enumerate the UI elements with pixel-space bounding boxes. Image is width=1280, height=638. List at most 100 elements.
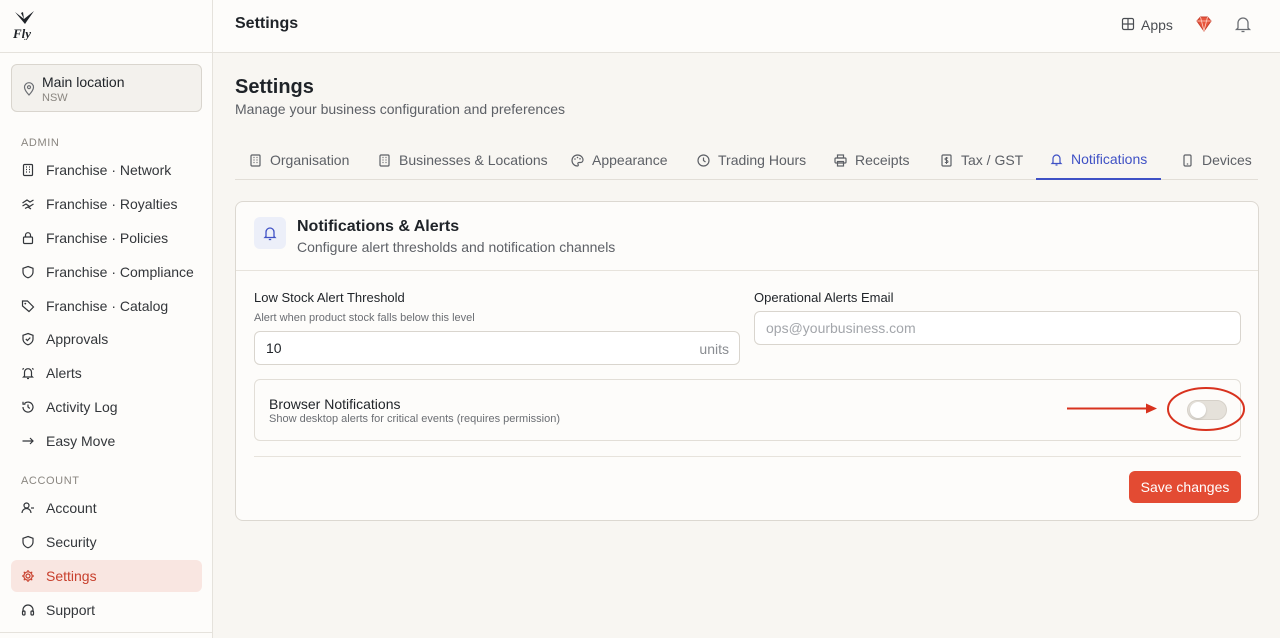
sidebar-item-label: Franchise · Royalties [46,196,178,212]
tab-label: Notifications [1071,151,1148,167]
header-title: Settings [235,15,299,32]
dollar-file-icon [940,153,953,167]
bell-icon [254,217,286,249]
clock-icon [697,153,710,167]
tab-trading-hours[interactable]: Trading Hours [697,140,806,180]
tab-label: Receipts [855,152,910,168]
browser-notifications-toggle[interactable] [1187,400,1227,420]
tab-appearance[interactable]: Appearance [571,140,668,180]
tab-label: Organisation [270,152,350,168]
tab-tax-gst[interactable]: Tax / GST [940,140,1023,180]
sidebar-item-label: Franchise · Policies [46,230,169,246]
account-section-label: ACCOUNT [21,475,80,487]
sidebar-divider [0,632,213,633]
building-icon [21,163,35,177]
sidebar-item-label: Support [46,602,96,618]
tab-receipts[interactable]: Receipts [834,140,909,180]
sidebar-item-label: Approvals [46,331,109,347]
units-suffix: units [699,341,729,357]
sidebar-item-label: Easy Move [46,433,116,449]
card-subtitle: Configure alert thresholds and notificat… [297,239,616,255]
fly-logo[interactable]: Fly [12,10,38,40]
low-stock-threshold-input[interactable] [266,332,686,364]
building-icon [249,153,262,167]
top-bar: Settings Apps [213,0,1280,53]
page-subtitle: Manage your business configuration and p… [235,101,565,117]
tab-devices[interactable]: Devices [1181,140,1252,180]
sidebar-item-label: Franchise · Catalog [46,298,169,314]
sidebar-item-franchise-catalog[interactable]: Franchise · Catalog [11,290,202,322]
sidebar-item-franchise-network[interactable]: Franchise · Network [11,154,202,186]
bell-alert-icon [21,366,35,380]
browser-notifications-label: Browser Notifications [269,396,401,412]
settings-tabs: Organisation Businesses & Locations Appe… [235,140,1258,180]
sidebar-item-activity-log[interactable]: Activity Log [11,391,202,423]
sidebar-item-franchise-policies[interactable]: Franchise · Policies [11,222,202,254]
apps-button[interactable]: Apps [1121,14,1173,36]
browser-notifications-row: Browser Notifications Show desktop alert… [254,379,1241,441]
sidebar: Fly Main location NSW ADMIN Franchise · … [0,0,213,638]
user-icon [21,501,35,515]
sidebar-item-label: Alerts [46,365,82,381]
sidebar-divider [0,52,213,53]
coins-icon [21,197,35,211]
gear-icon [21,569,35,583]
card-divider [236,270,1258,271]
tab-label: Businesses & Locations [399,152,548,168]
sidebar-item-franchise-royalties[interactable]: Franchise · Royalties [11,188,202,220]
sidebar-item-approvals[interactable]: Approvals [11,323,202,355]
sidebar-item-label: Settings [46,568,97,584]
shield-icon [21,265,35,279]
page-title: Settings [235,76,314,98]
low-stock-label: Low Stock Alert Threshold [254,290,405,305]
arrow-right-icon [21,434,35,448]
building-icon [378,153,391,167]
location-switcher[interactable]: Main location NSW [11,64,202,112]
sidebar-item-label: Franchise · Compliance [46,264,194,280]
save-changes-button[interactable]: Save changes [1129,471,1241,503]
lock-icon [21,231,35,245]
tab-businesses-locations[interactable]: Businesses & Locations [378,140,548,180]
bell-icon [1050,153,1063,166]
grid-icon [1121,17,1135,34]
apps-label: Apps [1141,17,1173,33]
sidebar-item-label: Activity Log [46,399,118,415]
history-icon [21,400,35,414]
sidebar-item-easy-move[interactable]: Easy Move [11,425,202,457]
tab-notifications[interactable]: Notifications [1036,140,1162,180]
headphones-icon [21,603,35,617]
printer-icon [834,153,847,167]
map-pin-icon [23,82,35,101]
ops-email-input[interactable] [766,312,1231,344]
tab-label: Appearance [592,152,668,168]
browser-notifications-hint: Show desktop alerts for critical events … [269,413,561,425]
sidebar-item-support[interactable]: Support [11,594,202,626]
toggle-knob [1190,402,1206,418]
gem-icon[interactable] [1194,14,1214,34]
notifications-card: Notifications & Alerts Configure alert t… [235,201,1259,521]
sidebar-item-label: Account [46,500,97,516]
tab-organisation[interactable]: Organisation [249,140,349,180]
tab-label: Devices [1202,152,1252,168]
sidebar-item-franchise-compliance[interactable]: Franchise · Compliance [11,256,202,288]
card-divider [254,456,1241,457]
ops-email-label: Operational Alerts Email [754,290,894,305]
sidebar-item-settings[interactable]: Settings [11,560,202,592]
bell-icon[interactable] [1233,14,1253,34]
tab-label: Trading Hours [718,152,807,168]
sidebar-item-label: Franchise · Network [46,162,172,178]
sidebar-item-alerts[interactable]: Alerts [11,357,202,389]
sidebar-item-label: Security [46,534,97,550]
sidebar-item-security[interactable]: Security [11,526,202,558]
location-name: Main location [42,74,125,90]
admin-section-label: ADMIN [21,137,60,149]
card-title: Notifications & Alerts [297,218,460,235]
sidebar-item-account[interactable]: Account [11,492,202,524]
shield-icon [21,535,35,549]
logo-text: Fly [12,26,31,40]
tab-label: Tax / GST [961,152,1024,168]
tag-icon [21,299,35,313]
palette-icon [571,153,584,167]
location-region: NSW [42,92,68,104]
shield-check-icon [21,332,35,346]
